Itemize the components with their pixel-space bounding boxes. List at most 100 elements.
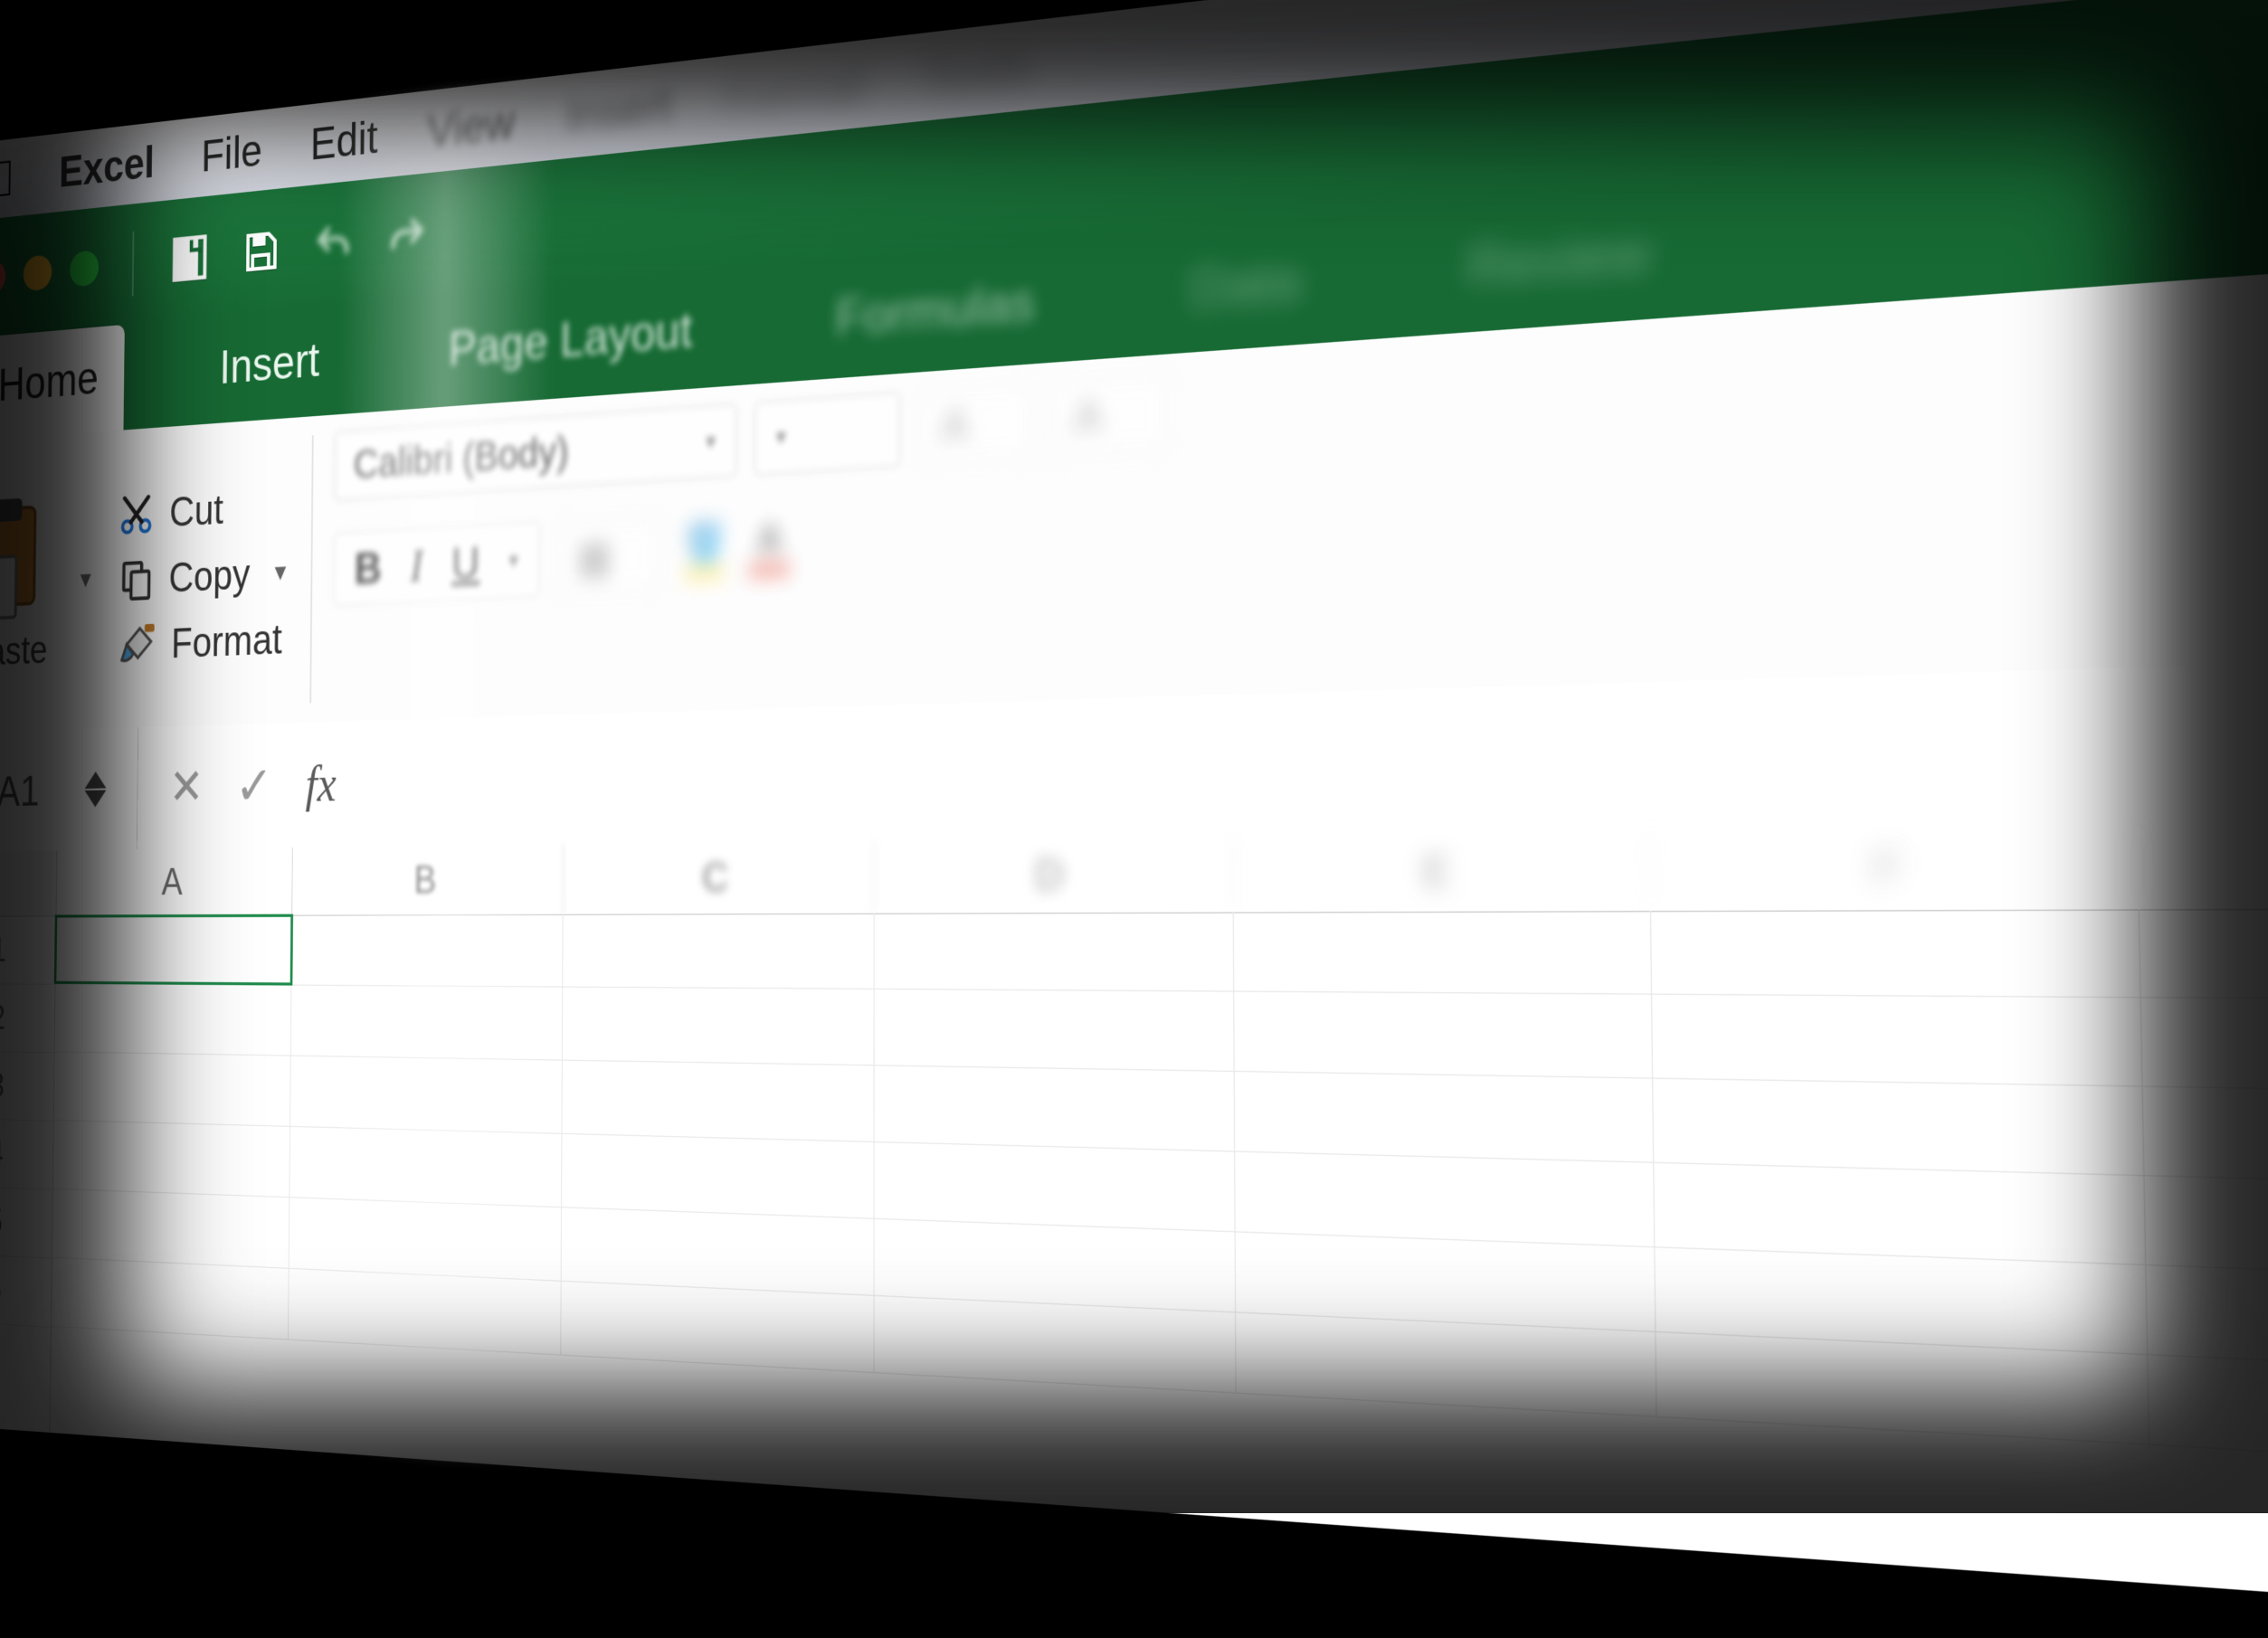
copy-icon <box>117 558 153 602</box>
paste-menu-caret-icon[interactable]: ▼ <box>76 566 94 593</box>
font-group: Calibri (Body) ▾ ▾ A A B I U ▾ <box>311 352 1196 722</box>
font-family-dropdown[interactable]: Calibri (Body) ▾ <box>334 403 736 500</box>
select-all-corner[interactable] <box>0 850 56 916</box>
fill-color-button[interactable]: 🪣 <box>682 520 725 581</box>
cell[interactable] <box>1234 1072 1654 1162</box>
format-painter-button[interactable]: Format <box>116 615 289 669</box>
copy-menu-caret-icon[interactable]: ▼ <box>270 559 289 587</box>
cell[interactable] <box>289 1126 562 1206</box>
cell[interactable] <box>562 987 874 1065</box>
cell[interactable] <box>562 1133 875 1217</box>
menubar-app-name[interactable]: Excel <box>58 137 154 197</box>
column-header[interactable]: B <box>292 844 564 914</box>
row-header-column: 1 2 3 4 5 6 <box>0 850 57 1433</box>
decrease-font-size-button[interactable]: A <box>1051 373 1168 457</box>
chevron-down-icon[interactable]: ▾ <box>508 547 518 573</box>
cell[interactable] <box>288 1268 561 1354</box>
zoom-window-button[interactable] <box>69 250 98 288</box>
font-color-button[interactable]: A <box>749 516 790 576</box>
cell[interactable] <box>54 914 292 984</box>
cell[interactable] <box>1234 991 1653 1077</box>
font-family-value: Calibri (Body) <box>353 427 568 488</box>
menubar-edit[interactable]: Edit <box>309 110 377 170</box>
column-header[interactable]: F <box>1650 824 2140 910</box>
cell[interactable] <box>1652 994 2143 1085</box>
row-header[interactable]: 2 <box>0 983 54 1052</box>
cell[interactable] <box>291 914 563 986</box>
cell[interactable] <box>561 1207 874 1294</box>
tab-home[interactable]: Home <box>0 324 125 440</box>
cell[interactable] <box>874 1142 1235 1231</box>
cell[interactable] <box>562 1060 874 1141</box>
name-box-stepper[interactable] <box>84 771 106 807</box>
apple-menu-icon[interactable]:  <box>0 152 14 206</box>
cell[interactable] <box>290 985 562 1059</box>
copy-button[interactable]: Copy ▼ <box>117 549 289 605</box>
underline-button[interactable]: U <box>451 535 479 590</box>
cell[interactable] <box>1654 1162 2146 1264</box>
cell[interactable] <box>53 983 291 1055</box>
cell[interactable] <box>874 989 1234 1070</box>
font-size-dropdown[interactable]: ▾ <box>754 392 900 475</box>
chevron-down-icon: ▾ <box>775 423 785 450</box>
cell[interactable] <box>51 1188 289 1267</box>
close-window-button[interactable] <box>0 259 5 296</box>
font-style-group: B I U ▾ <box>333 521 539 605</box>
tab-data[interactable]: Data <box>1156 218 1336 355</box>
undo-icon[interactable] <box>309 215 356 273</box>
column-header[interactable]: C <box>563 840 874 914</box>
cell[interactable] <box>874 912 1234 990</box>
increase-font-size-button[interactable]: A <box>919 383 1031 465</box>
row-header[interactable]: 1 <box>0 916 55 984</box>
new-workbook-icon[interactable] <box>167 230 212 286</box>
fx-label[interactable]: fx <box>305 755 336 813</box>
borders-button[interactable]: ▦ <box>556 516 659 593</box>
cell[interactable] <box>52 1120 289 1196</box>
redo-icon[interactable] <box>384 208 431 266</box>
row-header[interactable]: 5 <box>0 1186 52 1259</box>
cell[interactable] <box>1235 1151 1655 1245</box>
scissors-icon <box>118 493 154 538</box>
tab-insert[interactable]: Insert <box>192 305 347 425</box>
cell[interactable] <box>50 1257 289 1339</box>
cell[interactable] <box>874 1295 1236 1392</box>
cell[interactable] <box>874 1065 1235 1150</box>
paintbrush-icon <box>116 621 155 669</box>
save-icon[interactable] <box>238 223 283 279</box>
cut-button[interactable]: Cut <box>118 482 290 539</box>
menubar-file[interactable]: File <box>201 124 262 182</box>
row-header[interactable]: 3 <box>0 1051 53 1122</box>
cell[interactable] <box>289 1198 561 1280</box>
enter-formula-icon[interactable]: ✓ <box>234 753 272 818</box>
tab-formulas[interactable]: Formulas <box>803 241 1068 381</box>
cell[interactable] <box>290 1056 563 1132</box>
cell[interactable] <box>563 913 874 988</box>
menubar-format[interactable]: Format <box>725 55 865 126</box>
menubar-tools[interactable]: Tools <box>921 36 1029 105</box>
cells-area[interactable] <box>49 906 2268 1638</box>
cell[interactable] <box>874 1218 1236 1311</box>
row-header[interactable]: 6 <box>0 1253 51 1327</box>
cell[interactable] <box>1653 1078 2144 1174</box>
menubar-view[interactable]: View <box>427 95 515 157</box>
minimize-window-button[interactable] <box>23 254 52 291</box>
cell[interactable] <box>52 1052 290 1126</box>
cell[interactable] <box>1651 909 2141 997</box>
bold-button[interactable]: B <box>354 541 382 594</box>
column-header[interactable]: D <box>874 836 1233 914</box>
italic-button[interactable]: I <box>410 539 423 592</box>
copy-label: Copy <box>168 551 250 602</box>
column-header[interactable]: A <box>55 847 292 915</box>
cell[interactable] <box>1233 911 1651 993</box>
menubar-insert[interactable]: Insert <box>565 77 671 143</box>
excel-window:  Excel File Edit View Insert Format Too… <box>0 0 2268 1638</box>
row-header[interactable]: 4 <box>0 1118 52 1189</box>
column-header[interactable]: E <box>1233 830 1651 912</box>
name-box[interactable]: A1 <box>0 727 138 851</box>
paste-button[interactable]: Paste <box>0 493 50 675</box>
stepper-down-icon <box>84 790 106 807</box>
name-box-value: A1 <box>0 765 39 816</box>
tab-review[interactable]: Review <box>1429 186 1690 334</box>
cancel-formula-icon[interactable]: ✕ <box>168 758 204 816</box>
cell[interactable] <box>561 1281 874 1371</box>
